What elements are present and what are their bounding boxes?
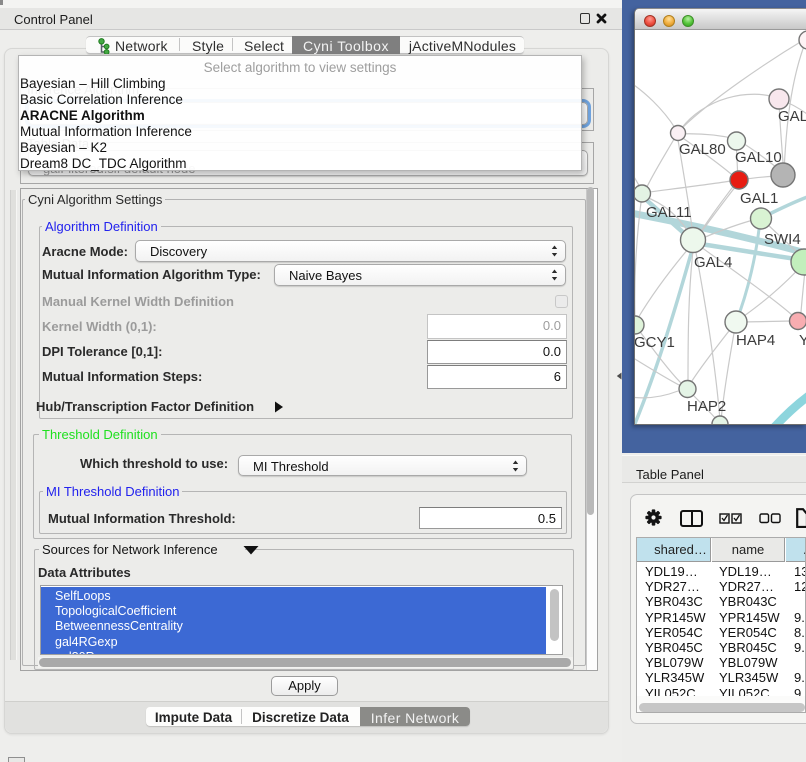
svg-text:GAL4: GAL4 [694, 254, 732, 271]
svg-text:GAL11: GAL11 [646, 204, 692, 221]
svg-text:HAP2: HAP2 [687, 398, 726, 415]
svg-text:GAL7: GAL7 [778, 108, 806, 125]
svg-text:Y: Y [799, 332, 806, 349]
svg-text:GAL1: GAL1 [740, 190, 778, 207]
svg-text:GAL10: GAL10 [735, 149, 782, 166]
svg-text:HAP4: HAP4 [736, 332, 775, 349]
svg-text:SWI4: SWI4 [764, 231, 801, 248]
svg-text:GCY1: GCY1 [635, 334, 675, 351]
svg-text:GAL80: GAL80 [679, 141, 726, 158]
